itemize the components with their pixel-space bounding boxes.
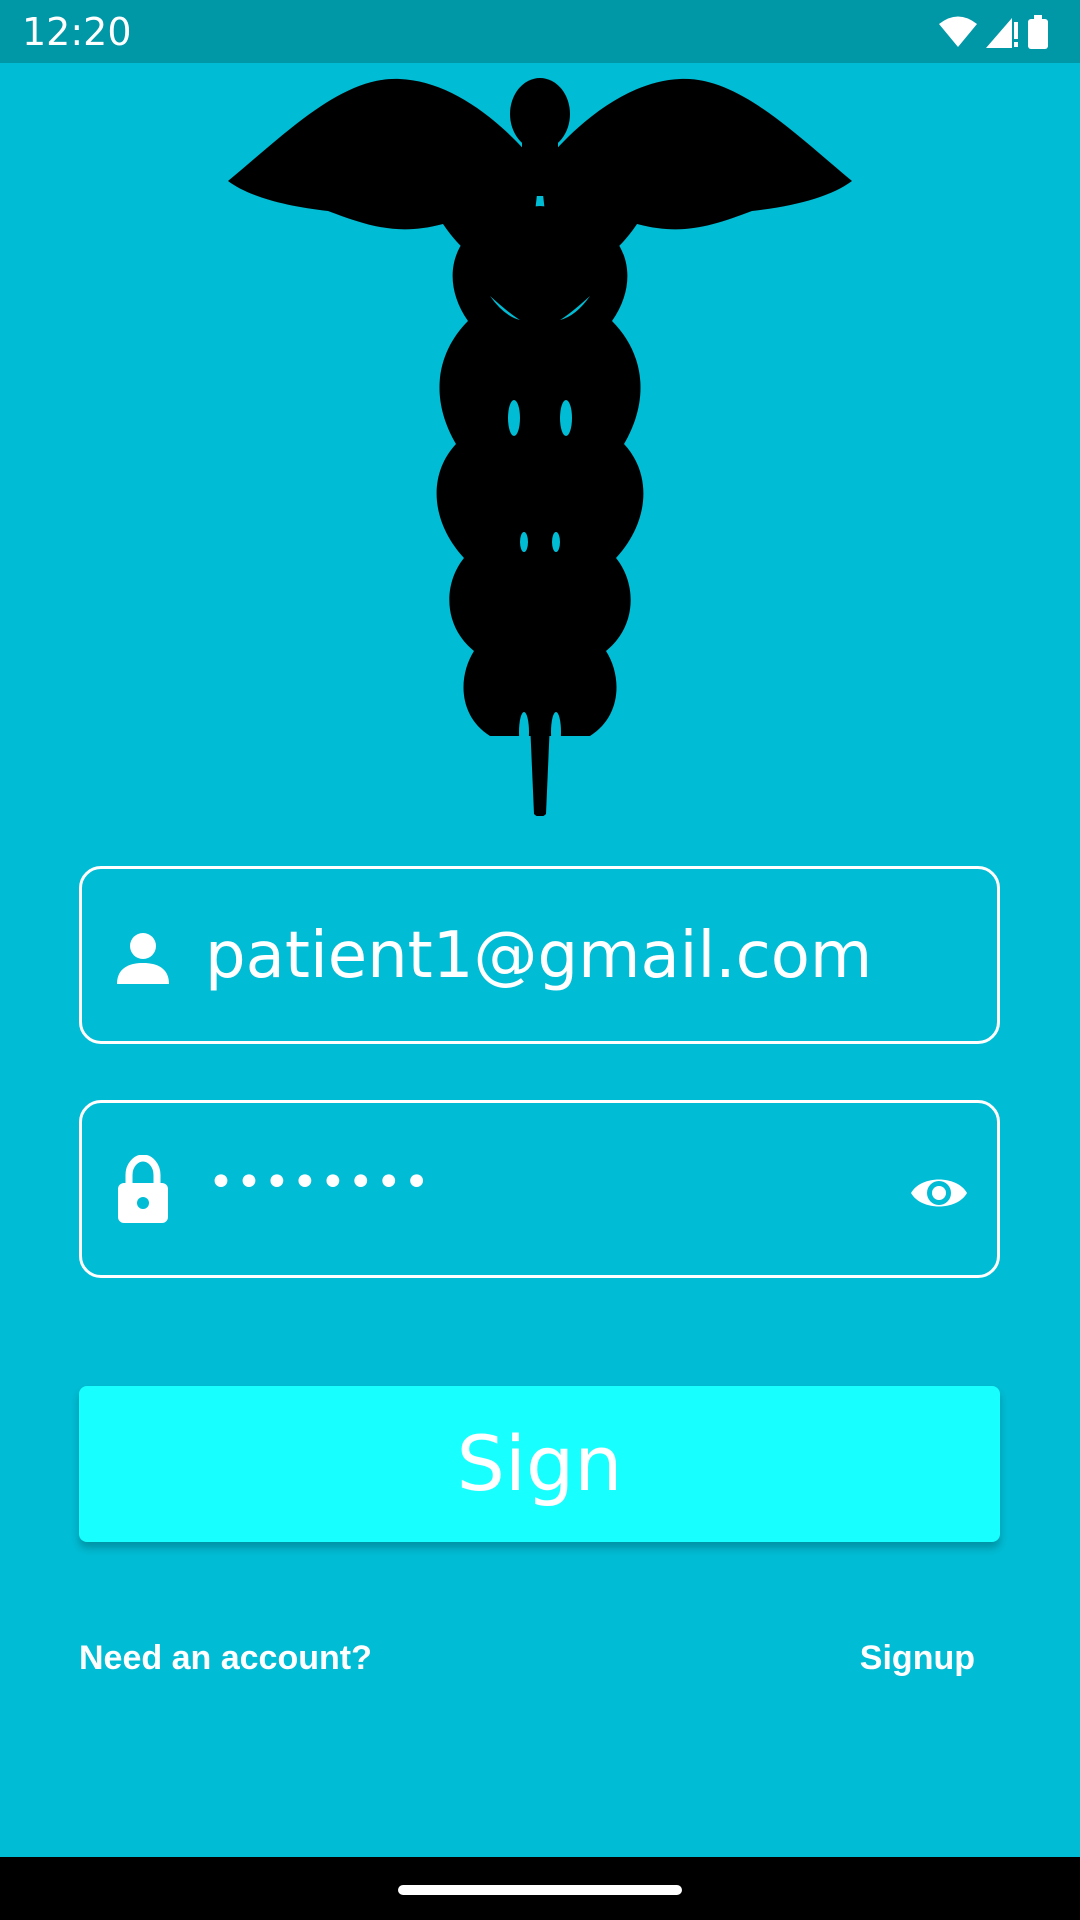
email-field[interactable]: patient1@gmail.com (79, 866, 1000, 1044)
status-bar: 12:20 (0, 0, 1080, 63)
signup-link[interactable]: Signup (860, 1636, 975, 1680)
password-input[interactable]: •••••••• (208, 1153, 432, 1213)
eye-icon[interactable] (909, 1163, 969, 1223)
battery-icon (1028, 15, 1048, 49)
navigation-bar (0, 1857, 1080, 1920)
home-handle[interactable] (398, 1885, 682, 1895)
status-icons (938, 12, 1050, 52)
caduceus-logo (228, 78, 852, 816)
wifi-icon (939, 16, 977, 47)
person-icon (117, 933, 169, 984)
lock-icon (118, 1155, 168, 1223)
sign-button[interactable]: Sign (79, 1386, 1000, 1542)
status-time: 12:20 (22, 10, 132, 54)
need-account-label: Need an account? (79, 1639, 372, 1677)
email-input[interactable]: patient1@gmail.com (205, 916, 872, 996)
password-field[interactable]: •••••••• (79, 1100, 1000, 1278)
cell-signal-icon (986, 18, 1018, 48)
